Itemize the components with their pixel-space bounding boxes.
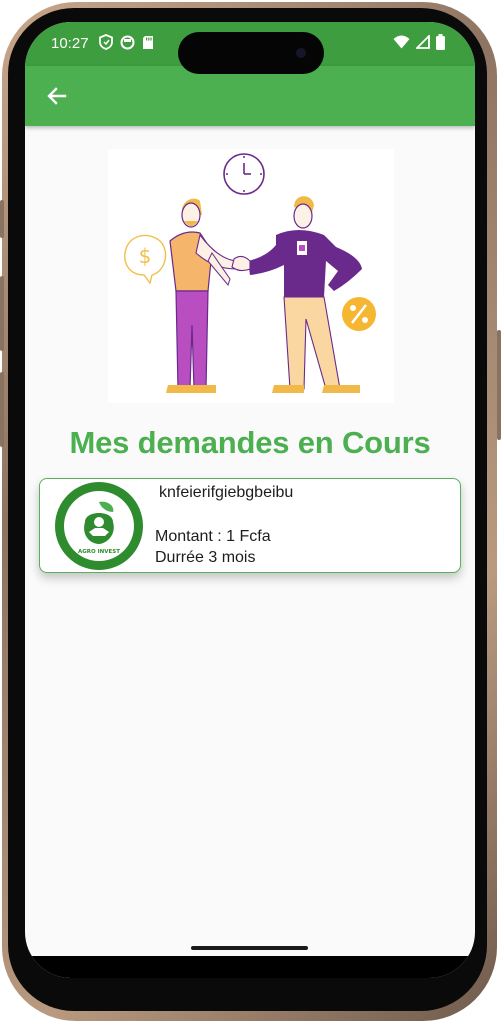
screen: 10:27 $ Mes demandes en Cours AGRO INVES… bbox=[25, 22, 475, 978]
request-name: knfeierifgiebgbeibu bbox=[159, 484, 294, 501]
request-duration: Durrée 3 mois bbox=[155, 549, 256, 566]
volume-up-button bbox=[0, 276, 4, 351]
page-title: Mes demandes en Cours bbox=[69, 425, 431, 460]
signal-icon bbox=[416, 35, 430, 49]
left-man-figure bbox=[166, 198, 237, 393]
back-button[interactable] bbox=[41, 80, 73, 112]
svg-text:AGRO INVEST: AGRO INVEST bbox=[78, 549, 120, 555]
circle-app-icon bbox=[120, 35, 135, 49]
status-left-icons bbox=[99, 34, 154, 50]
shield-icon bbox=[99, 34, 113, 50]
sd-card-icon bbox=[143, 35, 153, 49]
clock-icon bbox=[223, 153, 265, 195]
dollar-icon: $ bbox=[124, 234, 167, 285]
handshake-illustration: $ bbox=[108, 149, 394, 403]
camera-notch bbox=[178, 32, 324, 74]
request-amount: Montant : 1 Fcfa bbox=[155, 528, 271, 545]
request-card[interactable]: AGRO INVEST knfeierifgiebgbeibu Montant … bbox=[39, 478, 461, 573]
status-right-icons bbox=[393, 34, 445, 50]
right-man-figure bbox=[231, 196, 362, 393]
agro-invest-logo: AGRO INVEST bbox=[55, 482, 143, 570]
svg-text:$: $ bbox=[139, 244, 152, 268]
app-bar bbox=[25, 66, 475, 126]
screen-bottom-edge bbox=[25, 956, 475, 978]
battery-icon bbox=[436, 34, 445, 50]
volume-down-button bbox=[0, 372, 4, 447]
home-indicator[interactable] bbox=[191, 946, 308, 950]
percent-icon bbox=[342, 297, 376, 331]
wifi-icon bbox=[393, 35, 410, 49]
front-camera bbox=[296, 48, 306, 58]
arrow-left-icon bbox=[47, 87, 67, 105]
status-time: 10:27 bbox=[51, 35, 89, 52]
mute-switch bbox=[0, 200, 4, 238]
power-button bbox=[497, 330, 501, 440]
